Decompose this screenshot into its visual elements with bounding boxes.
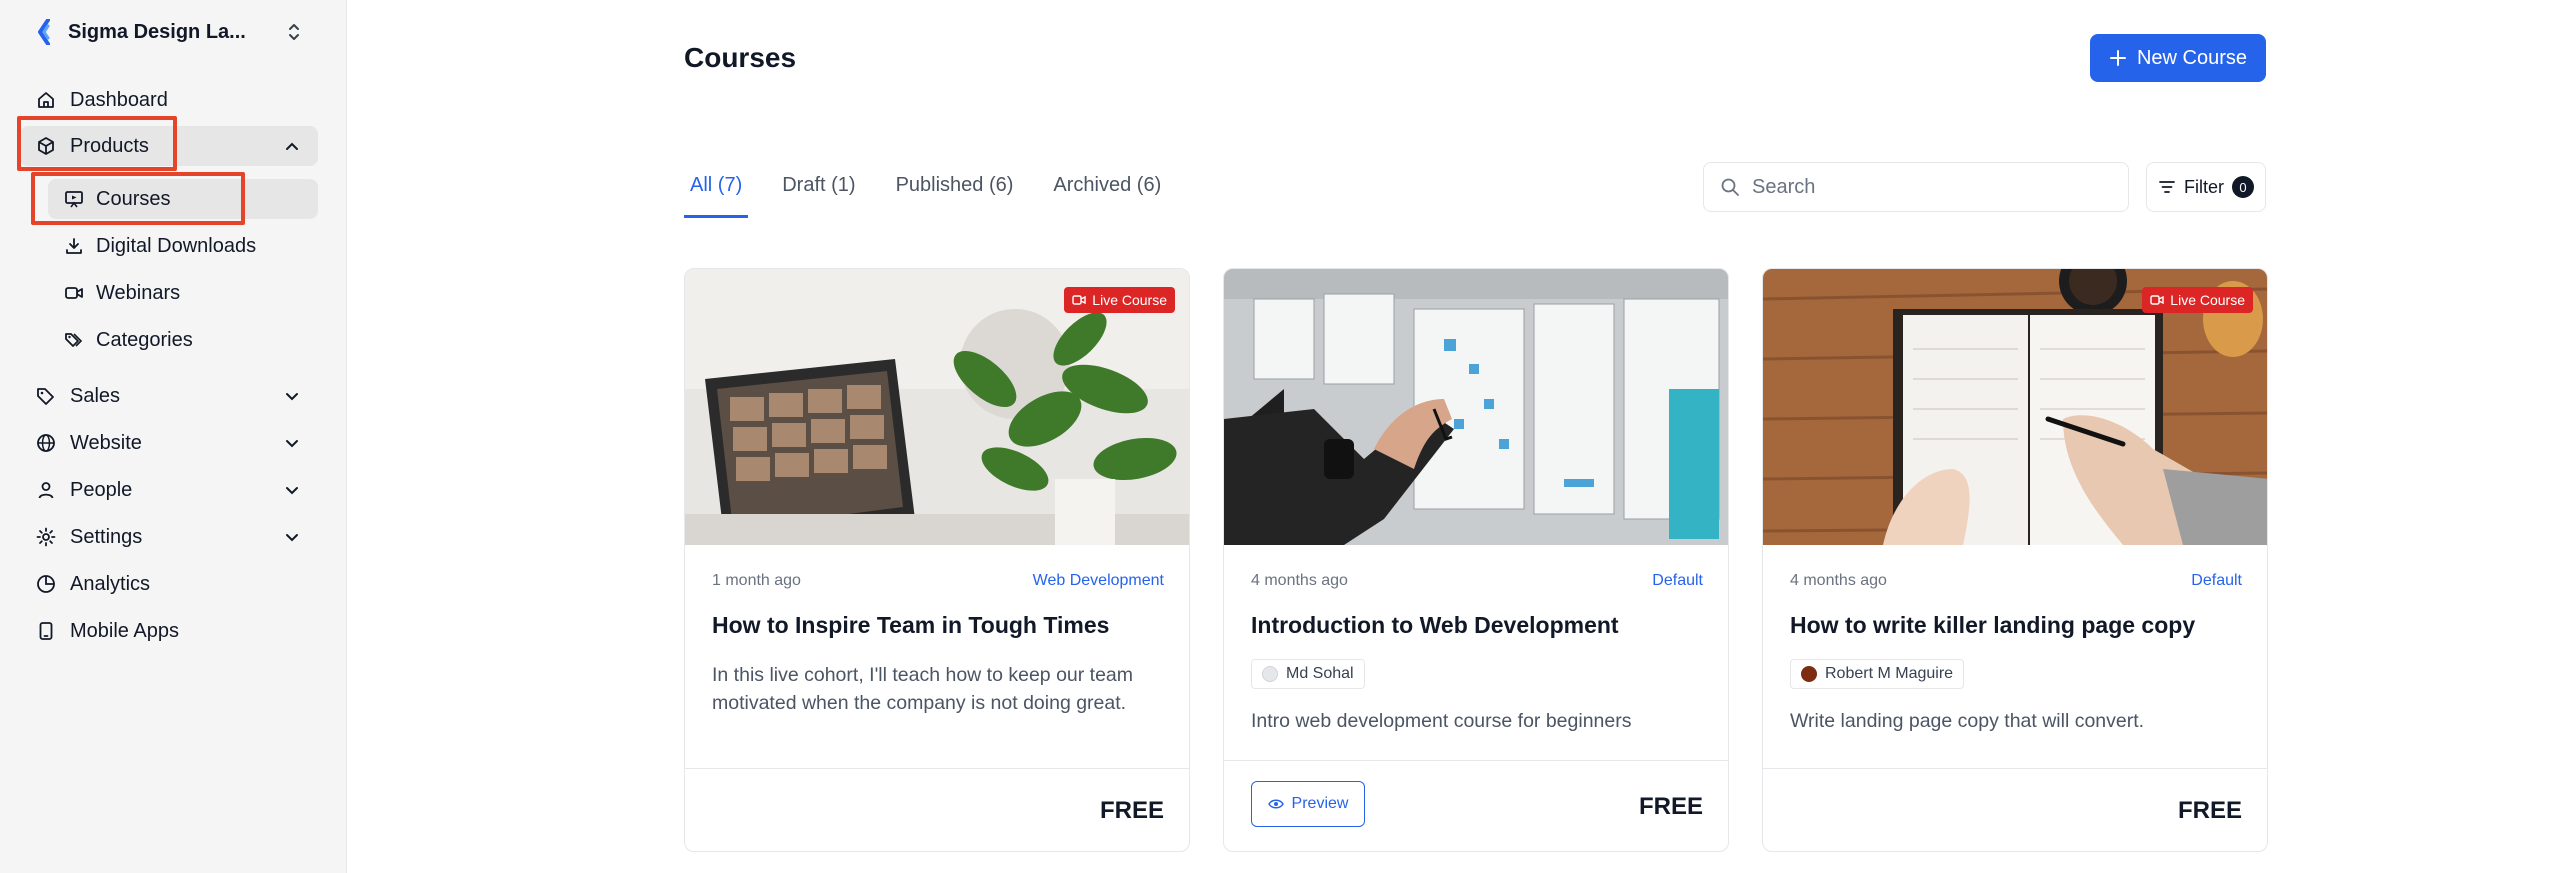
live-course-badge: Live Course [1064, 287, 1175, 313]
tab-published[interactable]: Published (6) [890, 160, 1020, 218]
course-price: FREE [2177, 797, 2242, 824]
tab-archived[interactable]: Archived (6) [1047, 160, 1167, 218]
presentation-icon [64, 189, 84, 209]
chevron-down-icon [286, 393, 298, 401]
avatar [1801, 666, 1817, 682]
box-icon [36, 136, 56, 156]
course-description: Write landing page copy that will conver… [1790, 710, 2145, 732]
course-thumbnail: Live Course [1763, 269, 2267, 545]
video-icon [64, 283, 84, 303]
tag-icon [36, 386, 56, 406]
sidebar-item-webinars[interactable]: Webinars [48, 273, 318, 313]
course-thumbnail: Live Course [685, 269, 1189, 545]
live-course-badge: Live Course [2142, 287, 2253, 313]
home-icon [36, 90, 56, 110]
course-title[interactable]: How to Inspire Team in Tough Times [712, 612, 1172, 639]
chevron-down-icon [286, 487, 298, 495]
globe-icon [36, 433, 56, 453]
course-title[interactable]: Introduction to Web Development [1251, 612, 1711, 639]
sidebar-item-digital-downloads[interactable]: Digital Downloads [48, 226, 318, 266]
course-updated-time: 4 months ago [1790, 572, 1887, 589]
course-updated-time: 1 month ago [712, 572, 801, 589]
status-tabs: All (7) Draft (1) Published (6) Archived… [684, 160, 1195, 218]
video-icon [1072, 295, 1086, 305]
course-thumbnail [1224, 269, 1728, 545]
filter-count-badge: 0 [2232, 176, 2254, 198]
chevron-up-icon [286, 142, 298, 150]
nav-products[interactable]: Products [20, 126, 318, 166]
nav-settings[interactable]: Settings [20, 517, 318, 557]
pie-chart-icon [36, 574, 56, 594]
filter-button[interactable]: Filter 0 [2146, 162, 2266, 212]
nav-sales[interactable]: Sales [20, 376, 318, 416]
nav-website[interactable]: Website [20, 423, 318, 463]
workspace-name: Sigma Design La... [68, 20, 246, 43]
sidebar-item-categories[interactable]: Categories [48, 320, 318, 360]
eye-icon [1267, 799, 1284, 809]
nav-dashboard[interactable]: Dashboard [20, 80, 318, 120]
course-price: FREE [1099, 797, 1164, 824]
tab-draft[interactable]: Draft (1) [776, 160, 861, 218]
course-description: In this live cohort, I'll teach how to k… [712, 664, 1134, 714]
course-category[interactable]: Default [2191, 572, 2242, 590]
course-card[interactable]: Live Course 4 months ago Default How to … [1762, 268, 2268, 852]
download-icon [64, 236, 84, 256]
gear-icon [36, 527, 56, 547]
tags-icon [64, 330, 84, 350]
chevron-down-icon [286, 534, 298, 542]
plus-icon [2109, 50, 2126, 66]
tab-all[interactable]: All (7) [684, 160, 749, 218]
mobile-icon [36, 621, 56, 641]
nav-people[interactable]: People [20, 470, 318, 510]
nav-analytics[interactable]: Analytics [20, 564, 318, 604]
workspace-switcher[interactable]: Sigma Design La... [36, 16, 304, 48]
course-card[interactable]: 4 months ago Default Introduction to Web… [1223, 268, 1729, 852]
nav-mobile-apps[interactable]: Mobile Apps [20, 611, 318, 651]
preview-button[interactable]: Preview [1251, 781, 1365, 827]
course-category[interactable]: Default [1652, 572, 1703, 590]
author-chip: Robert M Maguire [1790, 659, 1965, 689]
author-chip: Md Sohal [1251, 659, 1365, 689]
new-course-button[interactable]: New Course [2090, 34, 2266, 82]
brand-logo-icon [38, 19, 50, 45]
chevron-down-icon [286, 440, 298, 448]
user-icon [36, 480, 56, 500]
sidebar: Sigma Design La... Dashboard Products Co… [0, 0, 347, 873]
filter-icon [2159, 181, 2175, 193]
search-icon [1721, 178, 1739, 196]
sidebar-item-courses[interactable]: Courses [48, 179, 318, 219]
page-title: Courses [684, 42, 797, 73]
course-category[interactable]: Web Development [1033, 572, 1164, 590]
search-box [1703, 162, 2129, 212]
card-footer: FREE [685, 768, 1189, 851]
course-price: FREE [1638, 793, 1703, 820]
search-input[interactable] [1752, 175, 2112, 199]
course-title[interactable]: How to write killer landing page copy [1790, 612, 2250, 639]
card-footer: FREE [1763, 768, 2267, 851]
avatar [1262, 666, 1278, 682]
course-card[interactable]: Live Course 1 month ago Web Development … [684, 268, 1190, 852]
course-description: Intro web development course for beginne… [1251, 710, 1632, 732]
chevron-up-down-icon [289, 24, 299, 40]
course-updated-time: 4 months ago [1251, 572, 1348, 589]
video-icon [2150, 295, 2164, 305]
